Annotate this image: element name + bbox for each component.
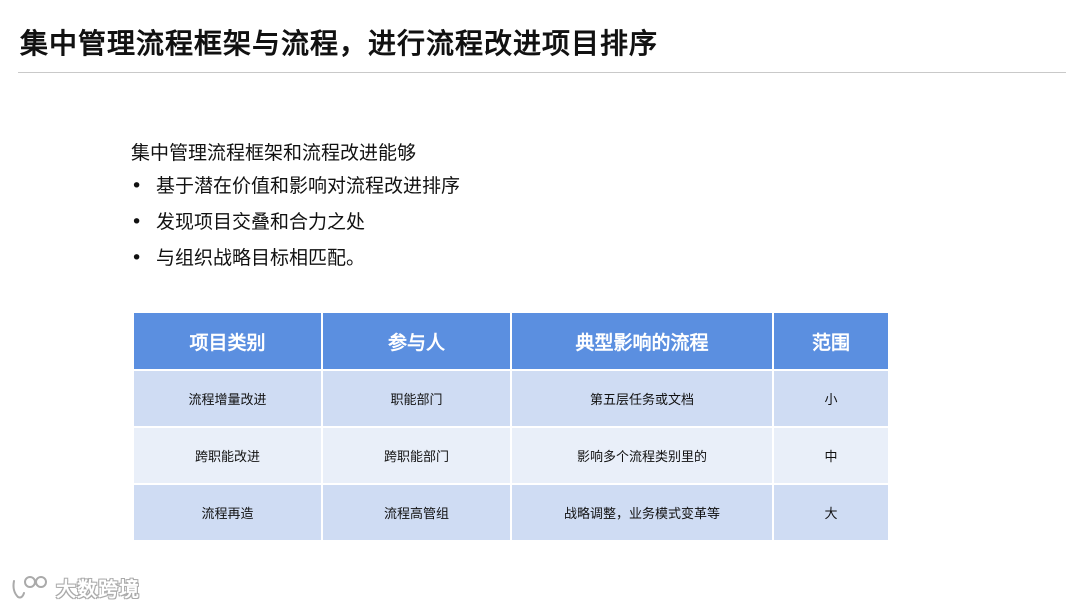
bullet-list: • 基于潜在价值和影响对流程改进排序 • 发现项目交叠和合力之处 • 与组织战略… <box>131 172 460 280</box>
bullet-text: 基于潜在价值和影响对流程改进排序 <box>156 175 461 197</box>
table-cell: 跨职能改进 <box>134 426 323 484</box>
table-cell: 中 <box>773 426 888 484</box>
header-project-category: 项目类别 <box>134 313 323 370</box>
table-cell: 流程高管组 <box>322 483 512 540</box>
table-row: 跨职能改进 跨职能部门 影响多个流程类别里的 中 <box>134 426 888 484</box>
page-title: 集中管理流程框架与流程，进行流程改进项目排序 <box>20 27 659 60</box>
header-typical-process: 典型影响的流程 <box>511 313 774 370</box>
table-cell: 战略调整，业务模式变革等 <box>511 483 774 540</box>
table-cell: 小 <box>773 369 888 427</box>
table-row: 流程增量改进 职能部门 第五层任务或文档 小 <box>134 369 888 427</box>
bullet-dot: • <box>131 247 143 269</box>
watermark: 大数跨境 <box>10 572 140 602</box>
bullet-dot: • <box>131 175 143 197</box>
watermark-logo-icon <box>10 573 50 601</box>
bullet-dot: • <box>131 211 143 233</box>
table-row: 流程再造 流程高管组 战略调整，业务模式变革等 大 <box>134 483 888 540</box>
table-cell: 影响多个流程类别里的 <box>511 426 774 484</box>
bullet-item: • 与组织战略目标相匹配。 <box>131 244 460 280</box>
table-cell: 大 <box>773 483 888 540</box>
bullet-item: • 发现项目交叠和合力之处 <box>131 208 460 244</box>
header-scope: 范围 <box>773 313 888 370</box>
bullet-text: 与组织战略目标相匹配。 <box>156 247 366 269</box>
title-divider <box>18 72 1066 73</box>
table-cell: 跨职能部门 <box>322 426 512 484</box>
table-cell: 流程再造 <box>134 483 323 540</box>
bullet-item: • 基于潜在价值和影响对流程改进排序 <box>131 172 460 208</box>
header-participants: 参与人 <box>322 313 512 370</box>
intro-text: 集中管理流程框架和流程改进能够 <box>131 142 417 164</box>
table-header-row: 项目类别 参与人 典型影响的流程 范围 <box>134 313 888 370</box>
project-table: 项目类别 参与人 典型影响的流程 范围 流程增量改进 职能部门 第五层任务或文档… <box>134 313 888 540</box>
table-cell: 职能部门 <box>322 369 512 427</box>
bullet-text: 发现项目交叠和合力之处 <box>156 211 366 233</box>
table-cell: 流程增量改进 <box>134 369 323 427</box>
table-cell: 第五层任务或文档 <box>511 369 774 427</box>
watermark-text: 大数跨境 <box>56 576 140 601</box>
